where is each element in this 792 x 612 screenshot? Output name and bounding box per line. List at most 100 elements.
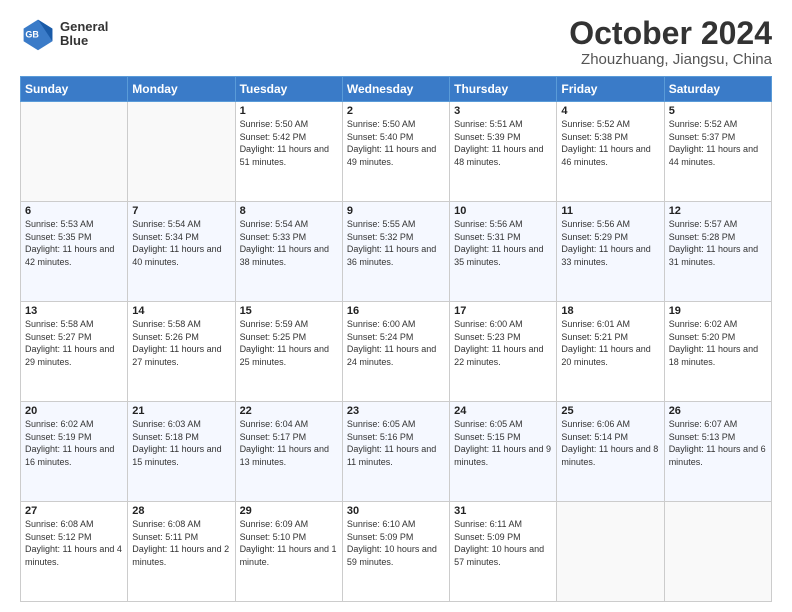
weekday-header-monday: Monday bbox=[128, 77, 235, 102]
day-number: 11 bbox=[561, 205, 659, 217]
weekday-header-saturday: Saturday bbox=[664, 77, 771, 102]
calendar-cell: 1Sunrise: 5:50 AMSunset: 5:42 PMDaylight… bbox=[235, 102, 342, 202]
day-number: 12 bbox=[669, 205, 767, 217]
weekday-header-thursday: Thursday bbox=[450, 77, 557, 102]
day-info: Sunrise: 6:04 AMSunset: 5:17 PMDaylight:… bbox=[240, 418, 338, 468]
calendar-cell: 29Sunrise: 6:09 AMSunset: 5:10 PMDayligh… bbox=[235, 502, 342, 602]
day-info: Sunrise: 5:51 AMSunset: 5:39 PMDaylight:… bbox=[454, 118, 552, 168]
calendar-cell: 7Sunrise: 5:54 AMSunset: 5:34 PMDaylight… bbox=[128, 202, 235, 302]
calendar-cell: 15Sunrise: 5:59 AMSunset: 5:25 PMDayligh… bbox=[235, 302, 342, 402]
day-number: 26 bbox=[669, 405, 767, 417]
day-number: 14 bbox=[132, 305, 230, 317]
day-number: 27 bbox=[25, 505, 123, 517]
calendar-cell: 24Sunrise: 6:05 AMSunset: 5:15 PMDayligh… bbox=[450, 402, 557, 502]
calendar-cell: 20Sunrise: 6:02 AMSunset: 5:19 PMDayligh… bbox=[21, 402, 128, 502]
day-number: 30 bbox=[347, 505, 445, 517]
day-info: Sunrise: 6:08 AMSunset: 5:11 PMDaylight:… bbox=[132, 518, 230, 568]
logo-line1: General bbox=[60, 20, 108, 34]
day-info: Sunrise: 6:08 AMSunset: 5:12 PMDaylight:… bbox=[25, 518, 123, 568]
weekday-header-sunday: Sunday bbox=[21, 77, 128, 102]
title-block: October 2024 Zhouzhuang, Jiangsu, China bbox=[569, 16, 772, 68]
calendar-cell: 25Sunrise: 6:06 AMSunset: 5:14 PMDayligh… bbox=[557, 402, 664, 502]
day-info: Sunrise: 6:11 AMSunset: 5:09 PMDaylight:… bbox=[454, 518, 552, 568]
day-number: 20 bbox=[25, 405, 123, 417]
day-info: Sunrise: 5:55 AMSunset: 5:32 PMDaylight:… bbox=[347, 218, 445, 268]
page-header: GB General Blue October 2024 Zhouzhuang,… bbox=[20, 16, 772, 68]
logo: GB General Blue bbox=[20, 16, 108, 52]
day-number: 21 bbox=[132, 405, 230, 417]
day-number: 1 bbox=[240, 105, 338, 117]
day-number: 19 bbox=[669, 305, 767, 317]
calendar-cell: 10Sunrise: 5:56 AMSunset: 5:31 PMDayligh… bbox=[450, 202, 557, 302]
calendar-cell: 27Sunrise: 6:08 AMSunset: 5:12 PMDayligh… bbox=[21, 502, 128, 602]
day-info: Sunrise: 5:56 AMSunset: 5:29 PMDaylight:… bbox=[561, 218, 659, 268]
calendar-cell: 14Sunrise: 5:58 AMSunset: 5:26 PMDayligh… bbox=[128, 302, 235, 402]
day-info: Sunrise: 6:00 AMSunset: 5:24 PMDaylight:… bbox=[347, 318, 445, 368]
weekday-header-wednesday: Wednesday bbox=[342, 77, 449, 102]
day-number: 31 bbox=[454, 505, 552, 517]
svg-text:GB: GB bbox=[25, 30, 39, 40]
day-info: Sunrise: 5:53 AMSunset: 5:35 PMDaylight:… bbox=[25, 218, 123, 268]
day-number: 17 bbox=[454, 305, 552, 317]
day-number: 18 bbox=[561, 305, 659, 317]
day-number: 23 bbox=[347, 405, 445, 417]
logo-text: General Blue bbox=[60, 20, 108, 49]
day-info: Sunrise: 6:05 AMSunset: 5:15 PMDaylight:… bbox=[454, 418, 552, 468]
day-info: Sunrise: 5:59 AMSunset: 5:25 PMDaylight:… bbox=[240, 318, 338, 368]
calendar-subtitle: Zhouzhuang, Jiangsu, China bbox=[569, 51, 772, 68]
day-number: 9 bbox=[347, 205, 445, 217]
day-number: 28 bbox=[132, 505, 230, 517]
day-number: 3 bbox=[454, 105, 552, 117]
calendar-cell: 9Sunrise: 5:55 AMSunset: 5:32 PMDaylight… bbox=[342, 202, 449, 302]
calendar-cell: 5Sunrise: 5:52 AMSunset: 5:37 PMDaylight… bbox=[664, 102, 771, 202]
calendar-cell: 17Sunrise: 6:00 AMSunset: 5:23 PMDayligh… bbox=[450, 302, 557, 402]
week-row-1: 1Sunrise: 5:50 AMSunset: 5:42 PMDaylight… bbox=[21, 102, 772, 202]
day-info: Sunrise: 5:54 AMSunset: 5:33 PMDaylight:… bbox=[240, 218, 338, 268]
week-row-3: 13Sunrise: 5:58 AMSunset: 5:27 PMDayligh… bbox=[21, 302, 772, 402]
week-row-4: 20Sunrise: 6:02 AMSunset: 5:19 PMDayligh… bbox=[21, 402, 772, 502]
weekday-header-friday: Friday bbox=[557, 77, 664, 102]
day-info: Sunrise: 6:02 AMSunset: 5:19 PMDaylight:… bbox=[25, 418, 123, 468]
day-info: Sunrise: 5:57 AMSunset: 5:28 PMDaylight:… bbox=[669, 218, 767, 268]
day-info: Sunrise: 6:10 AMSunset: 5:09 PMDaylight:… bbox=[347, 518, 445, 568]
day-number: 22 bbox=[240, 405, 338, 417]
weekday-header-tuesday: Tuesday bbox=[235, 77, 342, 102]
calendar-cell: 22Sunrise: 6:04 AMSunset: 5:17 PMDayligh… bbox=[235, 402, 342, 502]
day-info: Sunrise: 6:02 AMSunset: 5:20 PMDaylight:… bbox=[669, 318, 767, 368]
calendar-cell bbox=[21, 102, 128, 202]
week-row-5: 27Sunrise: 6:08 AMSunset: 5:12 PMDayligh… bbox=[21, 502, 772, 602]
day-number: 24 bbox=[454, 405, 552, 417]
day-number: 4 bbox=[561, 105, 659, 117]
day-info: Sunrise: 5:58 AMSunset: 5:27 PMDaylight:… bbox=[25, 318, 123, 368]
day-info: Sunrise: 6:00 AMSunset: 5:23 PMDaylight:… bbox=[454, 318, 552, 368]
day-number: 5 bbox=[669, 105, 767, 117]
calendar-cell: 6Sunrise: 5:53 AMSunset: 5:35 PMDaylight… bbox=[21, 202, 128, 302]
calendar-cell: 2Sunrise: 5:50 AMSunset: 5:40 PMDaylight… bbox=[342, 102, 449, 202]
day-number: 25 bbox=[561, 405, 659, 417]
day-info: Sunrise: 5:50 AMSunset: 5:40 PMDaylight:… bbox=[347, 118, 445, 168]
day-info: Sunrise: 5:52 AMSunset: 5:37 PMDaylight:… bbox=[669, 118, 767, 168]
day-info: Sunrise: 6:07 AMSunset: 5:13 PMDaylight:… bbox=[669, 418, 767, 468]
day-number: 16 bbox=[347, 305, 445, 317]
day-number: 10 bbox=[454, 205, 552, 217]
calendar-cell bbox=[664, 502, 771, 602]
day-number: 6 bbox=[25, 205, 123, 217]
calendar-cell bbox=[128, 102, 235, 202]
day-number: 15 bbox=[240, 305, 338, 317]
day-info: Sunrise: 6:09 AMSunset: 5:10 PMDaylight:… bbox=[240, 518, 338, 568]
calendar-cell: 8Sunrise: 5:54 AMSunset: 5:33 PMDaylight… bbox=[235, 202, 342, 302]
calendar-cell: 12Sunrise: 5:57 AMSunset: 5:28 PMDayligh… bbox=[664, 202, 771, 302]
day-number: 7 bbox=[132, 205, 230, 217]
calendar-cell: 21Sunrise: 6:03 AMSunset: 5:18 PMDayligh… bbox=[128, 402, 235, 502]
calendar-cell: 28Sunrise: 6:08 AMSunset: 5:11 PMDayligh… bbox=[128, 502, 235, 602]
calendar-table: SundayMondayTuesdayWednesdayThursdayFrid… bbox=[20, 76, 772, 602]
calendar-cell: 19Sunrise: 6:02 AMSunset: 5:20 PMDayligh… bbox=[664, 302, 771, 402]
calendar-cell: 4Sunrise: 5:52 AMSunset: 5:38 PMDaylight… bbox=[557, 102, 664, 202]
day-info: Sunrise: 5:56 AMSunset: 5:31 PMDaylight:… bbox=[454, 218, 552, 268]
calendar-cell: 3Sunrise: 5:51 AMSunset: 5:39 PMDaylight… bbox=[450, 102, 557, 202]
calendar-cell: 11Sunrise: 5:56 AMSunset: 5:29 PMDayligh… bbox=[557, 202, 664, 302]
day-info: Sunrise: 5:54 AMSunset: 5:34 PMDaylight:… bbox=[132, 218, 230, 268]
calendar-cell: 26Sunrise: 6:07 AMSunset: 5:13 PMDayligh… bbox=[664, 402, 771, 502]
calendar-cell: 13Sunrise: 5:58 AMSunset: 5:27 PMDayligh… bbox=[21, 302, 128, 402]
calendar-cell: 16Sunrise: 6:00 AMSunset: 5:24 PMDayligh… bbox=[342, 302, 449, 402]
